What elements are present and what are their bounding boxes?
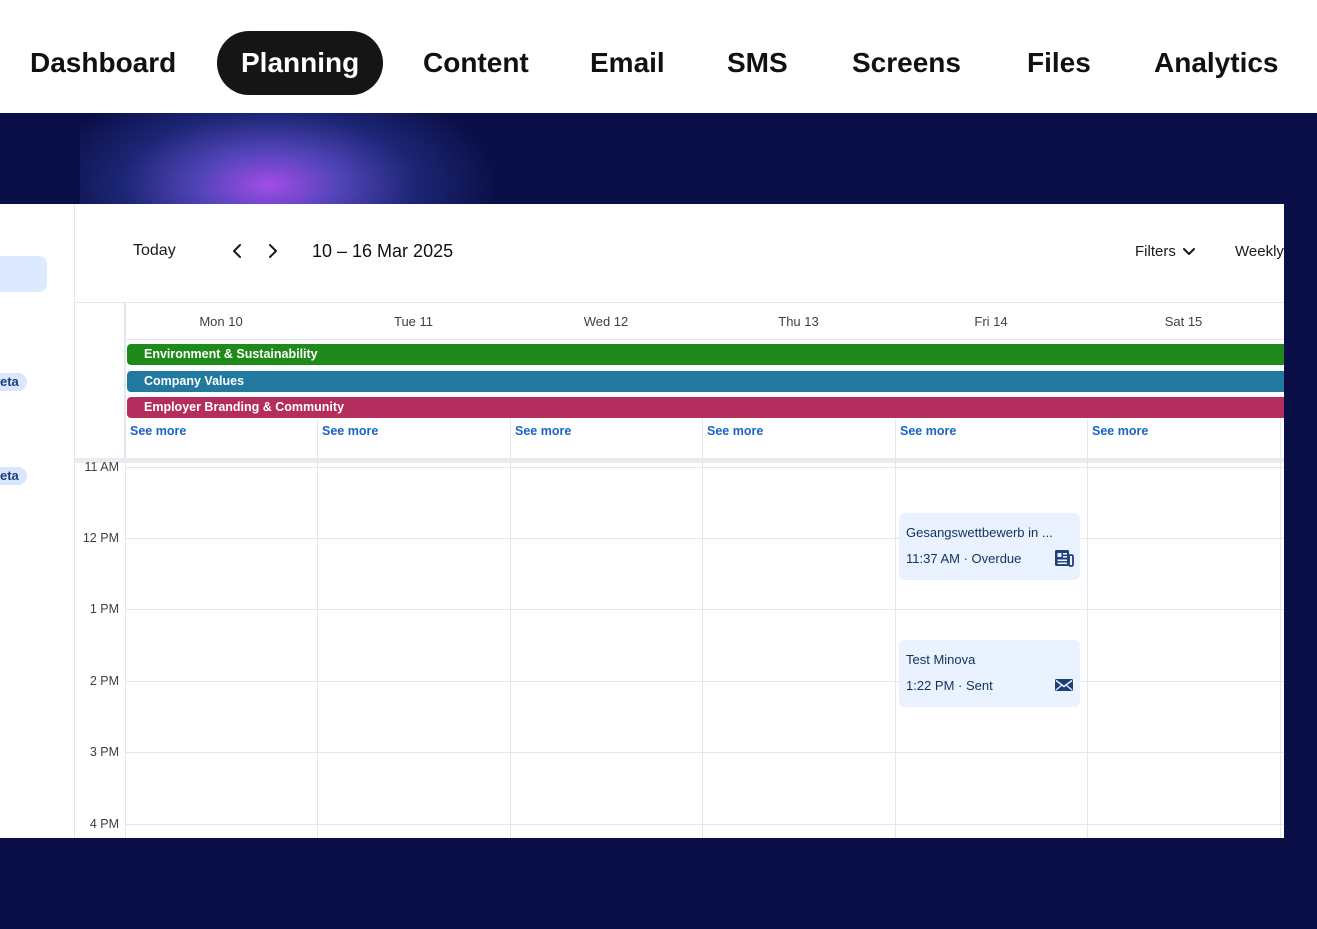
hour-label-3pm: 3 PM [89, 745, 119, 759]
event-meta: 11:37 AM · Overdue [906, 551, 1022, 566]
nav-sms[interactable]: SMS [727, 31, 788, 95]
envelope-icon [1055, 679, 1073, 691]
hour-line [125, 538, 1284, 539]
header-divider [125, 339, 1284, 340]
event-title: Gesangswettbewerb in ... [906, 525, 1053, 540]
date-range-label: 10 – 16 Mar 2025 [312, 241, 454, 261]
hour-line [125, 467, 1284, 468]
hour-label-4pm: 4 PM [89, 817, 119, 831]
time-gutter-header [75, 303, 125, 462]
event-time: 1:22 PM [906, 678, 955, 693]
allday-separator [75, 458, 1284, 463]
nav-screens[interactable]: Screens [852, 31, 961, 95]
day-header-tue: Tue 11 [393, 314, 434, 329]
see-more-link-mon[interactable]: See more [130, 424, 186, 438]
nav-planning[interactable]: Planning [217, 31, 384, 95]
day-divider [125, 303, 126, 838]
filters-dropdown[interactable]: Filters [1135, 243, 1196, 260]
allday-event-environment[interactable]: Environment & Sustainability [127, 344, 1284, 365]
hour-label-12pm: 12 PM [82, 531, 119, 545]
see-more-link-fri[interactable]: See more [900, 424, 956, 438]
see-more-link-wed[interactable]: See more [515, 424, 571, 438]
chevron-right-icon[interactable] [264, 241, 282, 261]
day-divider [1087, 419, 1088, 838]
calendar-panel: Today 10 – 16 Mar 2025 Filters Weekly Mo… [75, 204, 1284, 838]
beta-badge: eta [0, 467, 27, 485]
view-selector[interactable]: Weekly [1235, 243, 1284, 260]
nav-dashboard[interactable]: Dashboard [30, 31, 176, 95]
nav-analytics[interactable]: Analytics [1154, 31, 1279, 95]
hour-label-1pm: 1 PM [89, 602, 119, 616]
day-divider [317, 419, 318, 838]
event-time: 11:37 AM [906, 551, 960, 566]
hour-label-2pm: 2 PM [89, 674, 119, 688]
see-more-link-sat[interactable]: See more [1092, 424, 1148, 438]
filters-label: Filters [1135, 243, 1176, 260]
chevron-left-icon[interactable] [228, 241, 246, 261]
allday-event-employer-branding[interactable]: Employer Branding & Community [127, 397, 1284, 418]
nav-files[interactable]: Files [1027, 31, 1091, 95]
calendar-toolbar: Today 10 – 16 Mar 2025 Filters Weekly [75, 204, 1284, 303]
event-status: Overdue [971, 551, 1022, 566]
allday-event-company-values[interactable]: Company Values [127, 371, 1284, 392]
sidebar-selected-item[interactable] [0, 256, 47, 292]
newspaper-icon [1055, 550, 1074, 567]
hour-line [125, 824, 1284, 825]
hour-line [125, 752, 1284, 753]
day-header-fri: Fri 14 [974, 314, 1008, 329]
see-more-link-tue[interactable]: See more [322, 424, 378, 438]
event-title: Test Minova [906, 652, 976, 667]
beta-badge: eta [0, 373, 27, 391]
day-header-mon: Mon 10 [199, 314, 243, 329]
day-header-sat: Sat 15 [1164, 314, 1203, 329]
hour-label-11am: 11 AM [84, 460, 119, 474]
hour-line [125, 681, 1284, 682]
sidebar-panel: eta eta [0, 204, 75, 838]
day-divider [1280, 419, 1281, 838]
nav-content[interactable]: Content [423, 31, 529, 95]
calendar-event[interactable]: Test Minova 1:22 PM · Sent [899, 640, 1080, 707]
top-navigation: Dashboard Planning Content Email SMS Scr… [0, 0, 1317, 113]
see-more-link-thu[interactable]: See more [707, 424, 763, 438]
chevron-down-icon [1182, 247, 1195, 255]
event-status: Sent [965, 678, 993, 693]
day-divider [895, 419, 896, 838]
day-header-wed: Wed 12 [583, 314, 629, 329]
day-header-thu: Thu 13 [778, 314, 819, 329]
calendar-event[interactable]: Gesangswettbewerb in ... 11:37 AM · Over… [899, 513, 1080, 580]
day-divider [702, 419, 703, 838]
hour-line [125, 609, 1284, 610]
day-divider [510, 419, 511, 838]
today-button[interactable]: Today [133, 242, 176, 260]
nav-email[interactable]: Email [590, 31, 665, 95]
event-meta: 1:22 PM · Sent [906, 678, 993, 693]
